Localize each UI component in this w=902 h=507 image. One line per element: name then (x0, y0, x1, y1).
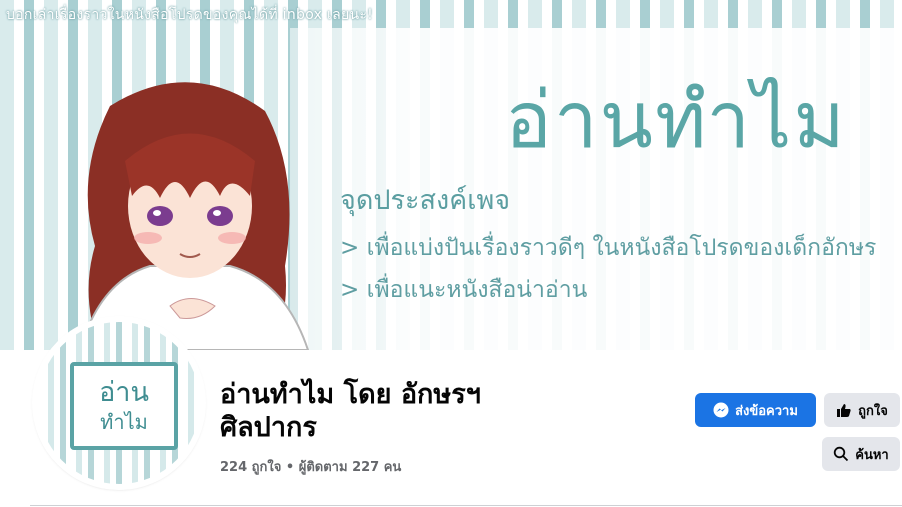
page-stats[interactable]: 224 ถูกใจ • ผู้ติดตาม 227 คน (220, 456, 401, 477)
divider (30, 505, 902, 506)
search-label: ค้นหา (855, 447, 889, 463)
send-message-label: ส่งข้อความ (735, 403, 798, 419)
send-message-button[interactable]: ส่งข้อความ (695, 393, 816, 427)
cover-illustration (78, 82, 310, 350)
book-icon: อ่าน ทำไม (70, 362, 178, 450)
cover-photo[interactable]: บอกเล่าเรื่องราวในหนังสือโปรดของคุณได้ที… (0, 0, 902, 350)
cover-bullet: > เพื่อแนะหนังสือน่าอ่าน (340, 277, 588, 303)
avatar-background: อ่าน ทำไม (38, 322, 200, 484)
messenger-icon (713, 402, 729, 418)
page-title[interactable]: อ่านทำไม โดย อักษรฯ ศิลปากร (220, 378, 550, 444)
like-button[interactable]: ถูกใจ (824, 393, 900, 427)
search-button[interactable]: ค้นหา (822, 437, 900, 471)
page-avatar[interactable]: อ่าน ทำไม (34, 318, 204, 488)
thumbs-up-icon (836, 402, 852, 418)
like-label: ถูกใจ (858, 403, 888, 419)
cover-bullet: > เพื่อแบ่งปันเรื่องราวดีๆ ในหนังสือโปรด… (340, 235, 877, 261)
search-icon (833, 446, 849, 462)
cover-title: อ่านทำไม (505, 76, 847, 166)
cover-purpose-heading: จุดประสงค์เพจ (340, 185, 511, 216)
avatar-text-line2: ทำไม (100, 410, 148, 434)
cover-top-note: บอกเล่าเรื่องราวในหนังสือโปรดของคุณได้ที… (6, 7, 374, 23)
